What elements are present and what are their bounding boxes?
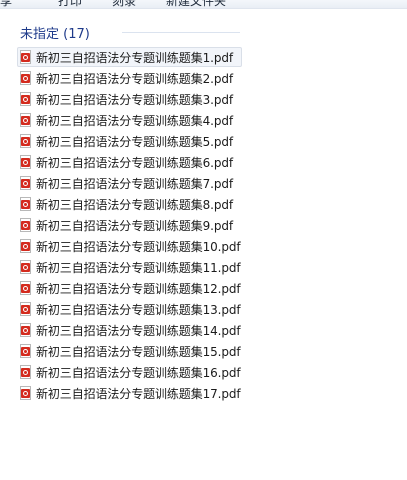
- pdf-icon: [20, 323, 31, 337]
- pdf-icon: [20, 92, 31, 106]
- toolbar-print-button[interactable]: 打印: [58, 0, 82, 8]
- file-name: 新初三自招语法分专题训练题集10.pdf: [36, 239, 241, 254]
- pdf-icon: [20, 197, 31, 211]
- file-list-item[interactable]: 新初三自招语法分专题训练题集6.pdf: [17, 152, 242, 172]
- file-list: 新初三自招语法分专题训练题集1.pdf 新初三自招语法分专题训练题集2.pdf 新初…: [17, 47, 242, 404]
- file-list-item[interactable]: 新初三自招语法分专题训练题集3.pdf: [17, 89, 242, 109]
- toolbar-new-folder-button[interactable]: 新建文件夹: [166, 0, 226, 8]
- pdf-icon: [20, 302, 31, 316]
- file-name: 新初三自招语法分专题训练题集11.pdf: [36, 260, 241, 275]
- file-name: 新初三自招语法分专题训练题集6.pdf: [36, 155, 234, 170]
- pdf-icon: [20, 155, 31, 169]
- file-name: 新初三自招语法分专题训练题集12.pdf: [36, 281, 241, 296]
- file-list-item[interactable]: 新初三自招语法分专题训练题集1.pdf: [17, 47, 242, 67]
- file-list-item[interactable]: 新初三自招语法分专题训练题集4.pdf: [17, 110, 242, 130]
- file-list-item[interactable]: 新初三自招语法分专题训练题集2.pdf: [17, 68, 242, 88]
- file-name: 新初三自招语法分专题训练题集13.pdf: [36, 302, 241, 317]
- file-list-item[interactable]: 新初三自招语法分专题训练题集10.pdf: [17, 236, 242, 256]
- file-list-item[interactable]: 新初三自招语法分专题训练题集8.pdf: [17, 194, 242, 214]
- file-name: 新初三自招语法分专题训练题集4.pdf: [36, 113, 234, 128]
- file-list-item[interactable]: 新初三自招语法分专题训练题集7.pdf: [17, 173, 242, 193]
- file-name: 新初三自招语法分专题训练题集17.pdf: [36, 386, 241, 401]
- pdf-icon: [20, 71, 31, 85]
- file-name: 新初三自招语法分专题训练题集1.pdf: [36, 50, 234, 65]
- pdf-icon: [20, 281, 31, 295]
- toolbar: 享 打印 刻录 新建文件夹: [0, 0, 407, 9]
- pdf-icon: [20, 50, 31, 64]
- file-list-item[interactable]: 新初三自招语法分专题训练题集13.pdf: [17, 299, 242, 319]
- toolbar-burn-button[interactable]: 刻录: [112, 0, 136, 8]
- file-name: 新初三自招语法分专题训练题集7.pdf: [36, 176, 234, 191]
- pdf-icon: [20, 239, 31, 253]
- pdf-icon: [20, 344, 31, 358]
- pdf-icon: [20, 134, 31, 148]
- file-list-item[interactable]: 新初三自招语法分专题训练题集16.pdf: [17, 362, 242, 382]
- file-list-item[interactable]: 新初三自招语法分专题训练题集9.pdf: [17, 215, 242, 235]
- file-group: 未指定 (17) 新初三自招语法分专题训练题集1.pdf 新初三自招语法分专题训练…: [14, 22, 242, 401]
- file-list-item[interactable]: 新初三自招语法分专题训练题集14.pdf: [17, 320, 242, 340]
- file-name: 新初三自招语法分专题训练题集3.pdf: [36, 92, 234, 107]
- pdf-icon: [20, 176, 31, 190]
- group-divider: [122, 32, 240, 33]
- file-list-item[interactable]: 新初三自招语法分专题训练题集5.pdf: [17, 131, 242, 151]
- file-list-item[interactable]: 新初三自招语法分专题训练题集11.pdf: [17, 257, 242, 277]
- file-name: 新初三自招语法分专题训练题集16.pdf: [36, 365, 241, 380]
- file-name: 新初三自招语法分专题训练题集2.pdf: [36, 71, 234, 86]
- file-name: 新初三自招语法分专题训练题集14.pdf: [36, 323, 241, 338]
- pdf-icon: [20, 365, 31, 379]
- group-header[interactable]: 未指定 (17): [14, 22, 240, 44]
- pdf-icon: [20, 113, 31, 127]
- file-list-item[interactable]: 新初三自招语法分专题训练题集12.pdf: [17, 278, 242, 298]
- file-list-item[interactable]: 新初三自招语法分专题训练题集15.pdf: [17, 341, 242, 361]
- pdf-icon: [20, 218, 31, 232]
- toolbar-share-button[interactable]: 享: [0, 0, 12, 8]
- pdf-icon: [20, 260, 31, 274]
- file-name: 新初三自招语法分专题训练题集9.pdf: [36, 218, 234, 233]
- file-list-item[interactable]: 新初三自招语法分专题训练题集17.pdf: [17, 383, 242, 403]
- group-title: 未指定 (17): [20, 27, 90, 42]
- file-name: 新初三自招语法分专题训练题集5.pdf: [36, 134, 234, 149]
- file-name: 新初三自招语法分专题训练题集15.pdf: [36, 344, 241, 359]
- pdf-icon: [20, 386, 31, 400]
- file-name: 新初三自招语法分专题训练题集8.pdf: [36, 197, 234, 212]
